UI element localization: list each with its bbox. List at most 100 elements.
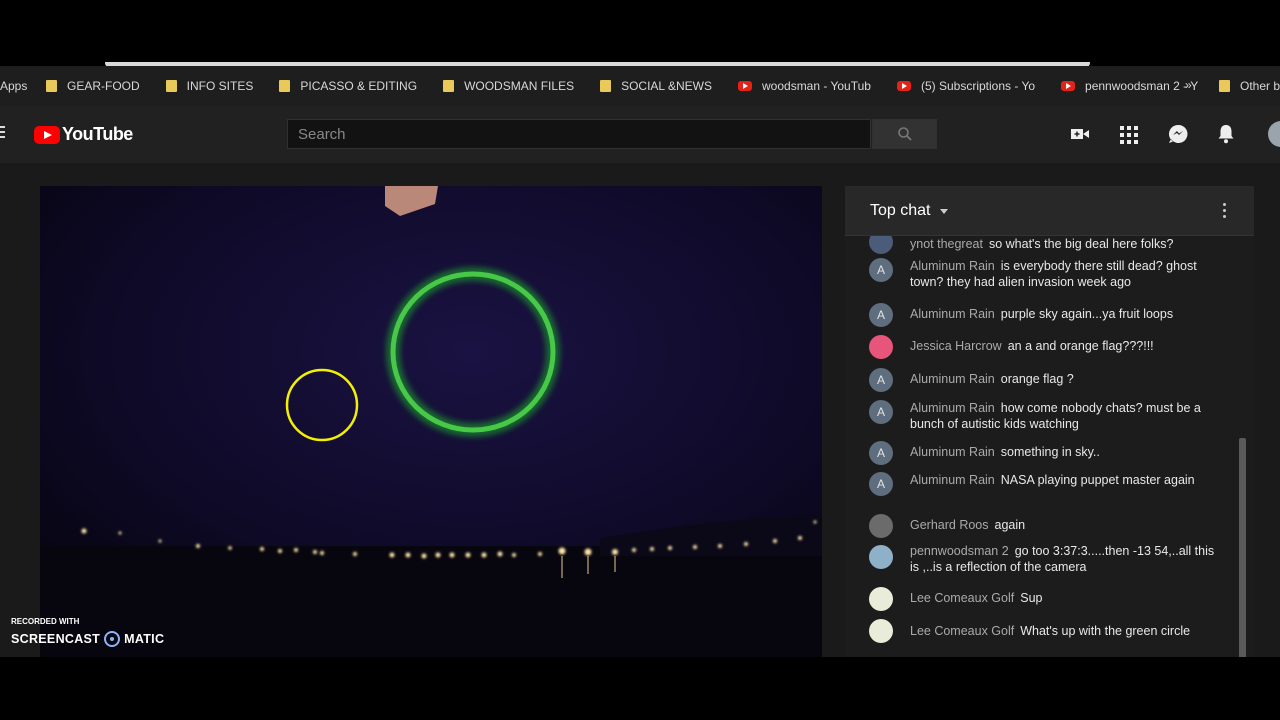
more-options-icon[interactable] <box>1223 203 1227 221</box>
watermark-word-right: MATIC <box>124 632 165 646</box>
bookmarks-bar: Apps GEAR-FOOD INFO SITES PICASSO & EDIT… <box>0 66 1280 106</box>
account-avatar-icon[interactable] <box>1268 121 1280 147</box>
chat-header: Top chat <box>845 186 1254 236</box>
chat-message-text: ynot thegreat so what's the big deal here… <box>910 236 1220 252</box>
screencast-lens-icon <box>104 631 121 647</box>
bookmark-label: woodsman - YouTub <box>762 79 871 93</box>
bookmark-info-sites[interactable]: INFO SITES <box>165 79 254 93</box>
avatar <box>869 236 893 254</box>
watermark-logo: SCREENCAST MATIC <box>11 631 164 647</box>
search-icon <box>898 127 912 141</box>
chat-mode-selector[interactable]: Top chat <box>870 202 930 220</box>
chat-message-text: Lee Comeaux Golf Sup <box>910 590 1220 606</box>
video-player[interactable] <box>40 186 822 657</box>
chat-author[interactable]: Jessica Harcrow <box>910 339 1002 353</box>
watermark-caption: RECORDED WITH <box>11 617 80 626</box>
chat-text: something in sky.. <box>1000 445 1100 459</box>
chat-message-text: Lee Comeaux Golf What's up with the green… <box>910 623 1220 639</box>
chat-author[interactable]: pennwoodsman 2 <box>910 544 1009 558</box>
chat-message-text: Jessica Harcrow an a and orange flag???!!… <box>910 338 1220 354</box>
chat-message-text: Aluminum Rain is everybody there still de… <box>910 258 1220 290</box>
chat-author[interactable]: Aluminum Rain <box>910 372 995 386</box>
bookmark-label: WOODSMAN FILES <box>464 79 575 93</box>
chat-message-text: Aluminum Rain purple sky again...ya fruit… <box>910 306 1220 322</box>
chat-text: purple sky again...ya fruit loops <box>1000 307 1174 321</box>
chat-author[interactable]: Aluminum Rain <box>910 259 995 273</box>
youtube-masthead: YouTube Search <box>0 106 1280 163</box>
bookmark-woodsman-files[interactable]: WOODSMAN FILES <box>443 79 574 93</box>
apps-grid-icon[interactable] <box>1120 126 1138 144</box>
search-button[interactable] <box>872 119 937 149</box>
youtube-favicon-icon <box>896 81 911 91</box>
avatar <box>869 335 893 359</box>
live-chat-panel: Top chat ynot thegreat so what's the big … <box>845 186 1254 657</box>
bookmark-label: SOCIAL &NEWS <box>621 79 712 93</box>
chat-text: What's up with the green circle <box>1020 624 1191 638</box>
chat-text: orange flag ? <box>1000 372 1074 386</box>
bookmark-label: PICASSO & EDITING <box>300 79 418 93</box>
avatar <box>869 545 893 569</box>
bookmark-label: INFO SITES <box>186 79 254 93</box>
folder-icon <box>165 80 177 92</box>
folder-icon <box>600 80 612 92</box>
avatar: A <box>869 368 893 392</box>
chat-text: again <box>994 518 1026 532</box>
search-input[interactable]: Search <box>287 119 871 149</box>
bookmark-woodsman-youtube[interactable]: woodsman - YouTub <box>738 79 871 93</box>
bookmark-subscriptions[interactable]: (5) Subscriptions - Yo <box>896 79 1036 93</box>
chat-message-text: pennwoodsman 2 go too 3:37:3.....then -13… <box>910 543 1220 575</box>
chat-author[interactable]: Lee Comeaux Golf <box>910 591 1014 605</box>
avatar: A <box>869 400 893 424</box>
bookmark-label: pennwoodsman 2 - Y <box>1085 79 1199 93</box>
chat-author[interactable]: Aluminum Rain <box>910 473 995 487</box>
notifications-bell-icon[interactable] <box>1217 124 1235 144</box>
chat-message-text: Aluminum Rain NASA playing puppet master … <box>910 472 1220 488</box>
browser-screen: Apps GEAR-FOOD INFO SITES PICASSO & EDIT… <box>0 66 1280 657</box>
chat-author[interactable]: ynot thegreat <box>910 237 983 251</box>
chat-message-text: Aluminum Rain how come nobody chats? must… <box>910 400 1220 432</box>
chat-author[interactable]: Gerhard Roos <box>910 518 989 532</box>
chat-text: so what's the big deal here folks? <box>988 237 1174 251</box>
bookmark-gear-food[interactable]: GEAR-FOOD <box>46 79 140 93</box>
chat-scrollbar[interactable] <box>1239 438 1246 657</box>
watermark-word-left: SCREENCAST <box>11 632 101 646</box>
create-video-icon[interactable] <box>1070 126 1090 142</box>
chat-author[interactable]: Aluminum Rain <box>910 307 995 321</box>
youtube-play-icon <box>34 125 60 144</box>
youtube-favicon-icon <box>1061 81 1076 91</box>
avatar <box>869 587 893 611</box>
folder-icon <box>279 80 291 92</box>
avatar: A <box>869 303 893 327</box>
chat-text: NASA playing puppet master again <box>1000 473 1195 487</box>
folder-icon <box>1219 80 1230 92</box>
bookmark-pennwoodsman[interactable]: pennwoodsman 2 - Y <box>1061 79 1198 93</box>
chat-message-list: ynot thegreat so what's the big deal here… <box>845 236 1235 657</box>
bookmark-other[interactable]: Other b <box>1219 79 1280 93</box>
hamburger-menu-icon[interactable] <box>0 126 6 140</box>
avatar <box>869 514 893 538</box>
avatar <box>869 619 893 643</box>
chevron-down-icon[interactable] <box>940 209 948 214</box>
chat-text: Sup <box>1020 591 1043 605</box>
avatar: A <box>869 441 893 465</box>
chat-author[interactable]: Lee Comeaux Golf <box>910 624 1014 638</box>
avatar: A <box>869 472 893 496</box>
bookmark-picasso-editing[interactable]: PICASSO & EDITING <box>279 79 417 93</box>
chat-text: an a and orange flag???!!! <box>1007 339 1154 353</box>
letterbox-top <box>0 0 1280 64</box>
folder-icon <box>443 80 455 92</box>
chat-author[interactable]: Aluminum Rain <box>910 401 995 415</box>
folder-icon <box>46 80 57 92</box>
chat-message-text: Gerhard Roos again <box>910 517 1220 533</box>
bookmark-label: GEAR-FOOD <box>67 79 140 93</box>
bookmark-label: (5) Subscriptions - Yo <box>920 79 1036 93</box>
bookmark-apps[interactable]: Apps <box>0 79 27 93</box>
bookmarks-overflow-chevron[interactable]: » <box>1185 78 1192 92</box>
youtube-wordmark: YouTube <box>62 124 133 144</box>
chat-author[interactable]: Aluminum Rain <box>910 445 995 459</box>
youtube-favicon-icon <box>738 81 752 91</box>
bookmark-social-news[interactable]: SOCIAL &NEWS <box>600 79 712 93</box>
messages-icon[interactable] <box>1168 124 1188 144</box>
avatar: A <box>869 258 893 282</box>
youtube-logo[interactable]: YouTube <box>34 124 133 145</box>
